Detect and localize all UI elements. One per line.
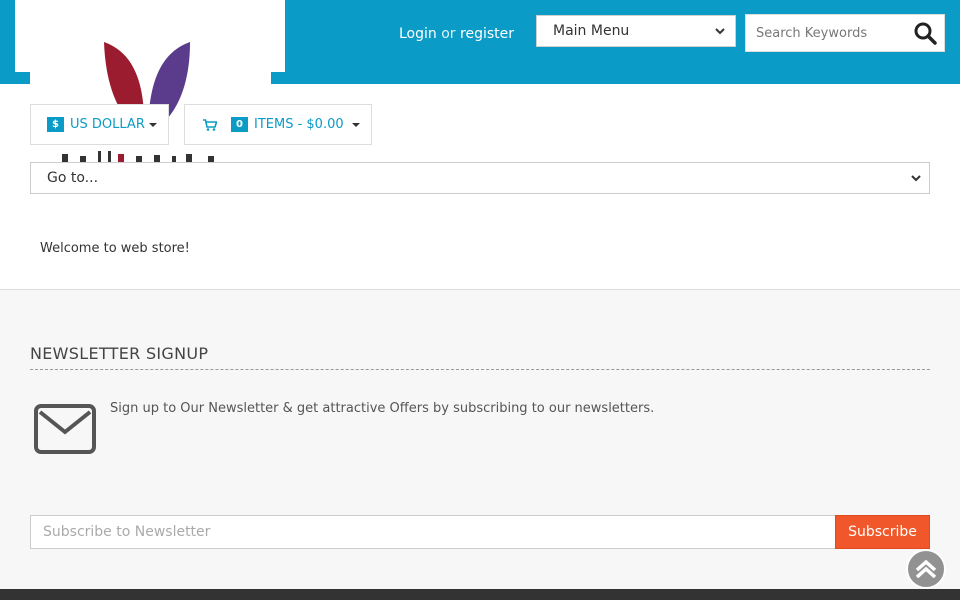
cart-summary: ITEMS - $0.00 [254, 117, 344, 132]
search-input[interactable] [746, 15, 906, 51]
footer-bar [0, 589, 960, 600]
newsletter-description: Sign up to Our Newsletter & get attracti… [110, 401, 655, 416]
register-link[interactable]: register [460, 26, 514, 42]
goto-select[interactable]: Go to... [30, 162, 930, 194]
chevron-down-icon [911, 174, 921, 181]
caret-down-icon [351, 122, 360, 127]
goto-value: Go to... [47, 170, 99, 186]
search-box [745, 14, 945, 52]
main-menu-select[interactable]: Main Menu [536, 15, 736, 47]
main-menu-value: Main Menu [553, 23, 630, 39]
login-link[interactable]: Login [399, 26, 437, 42]
login-or-text: or [441, 26, 456, 42]
newsletter-divider [30, 369, 930, 370]
currency-dropdown[interactable]: $ US DOLLAR [30, 104, 169, 145]
chevron-down-icon [715, 27, 725, 34]
subscribe-button[interactable]: Subscribe [835, 515, 930, 549]
chevron-up-icon [915, 560, 937, 578]
envelope-icon [34, 404, 96, 454]
cart-count-badge: 0 [231, 117, 248, 132]
newsletter-form: Subscribe [30, 515, 930, 549]
currency-label: US DOLLAR [70, 117, 145, 132]
search-icon [914, 22, 937, 45]
newsletter-email-input[interactable] [30, 515, 835, 549]
cart-icon [203, 118, 217, 131]
welcome-message: Welcome to web store! [40, 241, 190, 256]
search-button[interactable] [906, 15, 944, 51]
currency-symbol-badge: $ [47, 117, 64, 132]
newsletter-title: NEWSLETTER SIGNUP [30, 344, 209, 363]
cart-dropdown[interactable]: 0 ITEMS - $0.00 [184, 104, 372, 145]
login-register: Login or register [399, 26, 514, 42]
scroll-to-top-button[interactable] [906, 549, 946, 589]
logo-wordmark [62, 151, 214, 162]
caret-down-icon [148, 122, 157, 127]
